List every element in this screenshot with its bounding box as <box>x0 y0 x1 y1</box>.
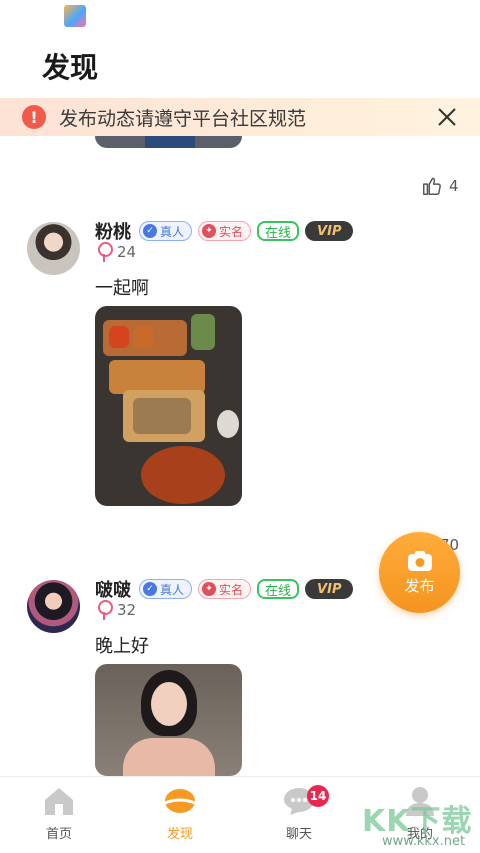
nav-chat[interactable]: 14 聊天 <box>259 785 339 847</box>
food-tray <box>109 360 205 394</box>
post-text: 一起啊 <box>95 278 149 299</box>
close-icon[interactable] <box>436 106 458 128</box>
real-name-badge: ✦ 实名 <box>198 579 252 599</box>
post-image[interactable] <box>95 306 242 506</box>
ribbon-icon: ✦ <box>202 224 217 238</box>
real-badge-label: 真人 <box>160 582 185 597</box>
watermark: KK下载 www.kkx.net <box>362 796 480 853</box>
noodles <box>133 398 191 434</box>
nav-discover[interactable]: 发现 <box>140 785 220 847</box>
real-badge-label: 真人 <box>160 224 185 239</box>
vip-badge: VIP <box>305 221 354 241</box>
female-icon <box>97 600 113 620</box>
avatar[interactable] <box>27 222 80 275</box>
real-person-badge: ✓ 真人 <box>139 579 193 599</box>
post-image-partial[interactable] <box>95 136 242 148</box>
shirt <box>123 738 215 776</box>
discover-icon <box>164 789 196 813</box>
notice-banner: ! 发布动态请遵守平台社区规范 <box>0 98 480 136</box>
verified-icon: ✓ <box>143 582 157 596</box>
publish-label: 发布 <box>404 576 435 595</box>
nickname[interactable]: 粉桃 <box>95 218 131 244</box>
nav-label: 首页 <box>45 827 72 842</box>
app-status-icon <box>64 5 86 27</box>
online-badge: 在线 <box>257 221 300 241</box>
vip-badge: VIP <box>305 579 354 599</box>
real-person-badge: ✓ 真人 <box>139 221 193 241</box>
thumbs-up-icon <box>423 177 441 195</box>
like-count: 4 <box>449 177 459 195</box>
camera-icon <box>407 550 432 571</box>
gender-age: 32 <box>97 600 136 620</box>
watermark-url: www.kkx.net <box>382 834 466 849</box>
face <box>151 682 187 726</box>
notice-text: 发布动态请遵守平台社区规范 <box>59 107 307 130</box>
page-title: 发现 <box>42 51 99 84</box>
ribbon-icon: ✦ <box>202 582 217 596</box>
food-dish <box>109 326 129 348</box>
age: 24 <box>117 243 137 261</box>
name-badge-label: 实名 <box>219 582 244 597</box>
post-image[interactable] <box>95 664 242 776</box>
food-dish <box>133 326 153 348</box>
like-button[interactable]: 4 <box>421 175 459 197</box>
nickname[interactable]: 啵啵 <box>95 576 131 602</box>
user-info-row: 啵啵 ✓ 真人 ✦ 实名 在线 VIP <box>95 576 359 602</box>
publish-button[interactable]: 发布 <box>379 532 460 613</box>
stew-pot <box>141 446 225 504</box>
home-icon <box>45 788 73 815</box>
info-icon: ! <box>22 105 46 129</box>
cup <box>217 410 239 438</box>
female-icon <box>97 242 113 262</box>
avatar[interactable] <box>27 580 80 633</box>
nav-label: 发现 <box>166 827 193 842</box>
user-info-row: 粉桃 ✓ 真人 ✦ 实名 在线 VIP <box>95 218 359 244</box>
unread-badge: 14 <box>307 785 329 807</box>
food-dish <box>191 314 215 350</box>
name-badge-label: 实名 <box>219 224 244 239</box>
post-text: 晚上好 <box>95 636 149 657</box>
age: 32 <box>117 601 137 619</box>
online-badge: 在线 <box>257 579 300 599</box>
nav-label: 聊天 <box>285 827 312 842</box>
nav-home[interactable]: 首页 <box>19 785 99 847</box>
gender-age: 24 <box>97 242 136 262</box>
real-name-badge: ✦ 实名 <box>198 221 252 241</box>
verified-icon: ✓ <box>143 224 157 238</box>
